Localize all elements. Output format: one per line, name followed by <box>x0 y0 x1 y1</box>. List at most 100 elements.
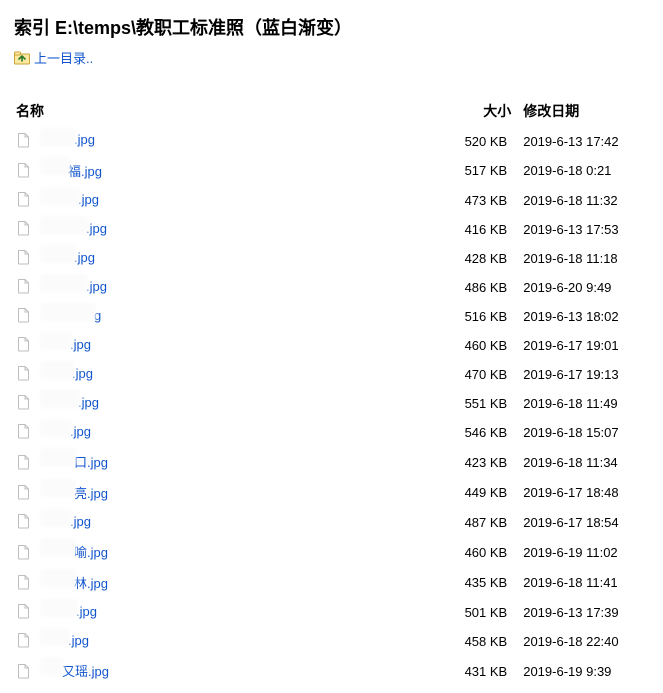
redaction-smudge <box>40 538 76 556</box>
redaction-smudge <box>40 509 72 527</box>
file-icon <box>16 632 32 648</box>
redaction-smudge <box>40 628 70 646</box>
file-date: 2019-6-18 11:49 <box>515 389 655 418</box>
table-row: .jpg470 KB2019-6-17 19:13 <box>8 360 655 389</box>
file-size: 546 KB <box>445 418 515 447</box>
file-date: 2019-6-20 9:49 <box>515 273 655 302</box>
redaction-smudge <box>40 448 76 466</box>
table-row: 又瑶.jpg431 KB2019-6-19 9:39 <box>8 656 655 687</box>
table-row: .jpg551 KB2019-6-18 11:49 <box>8 389 655 418</box>
file-size: 423 KB <box>445 447 515 478</box>
redaction-smudge <box>40 187 80 205</box>
file-size: 460 KB <box>445 537 515 568</box>
redaction-smudge <box>40 216 88 234</box>
file-date: 2019-6-18 11:41 <box>515 568 655 599</box>
file-date: 2019-6-17 19:13 <box>515 360 655 389</box>
file-date: 2019-6-18 11:18 <box>515 244 655 273</box>
title-prefix: 索引 <box>14 18 55 38</box>
redaction-smudge <box>40 128 76 146</box>
file-date: 2019-6-18 0:21 <box>515 156 655 187</box>
file-size: 520 KB <box>445 127 515 156</box>
column-header-size[interactable]: 大小 <box>445 97 515 127</box>
file-date: 2019-6-18 11:32 <box>515 186 655 215</box>
file-size: 517 KB <box>445 156 515 187</box>
table-row: 口.jpg423 KB2019-6-18 11:34 <box>8 447 655 478</box>
redaction-smudge <box>40 599 78 617</box>
file-size: 473 KB <box>445 186 515 215</box>
file-date: 2019-6-18 22:40 <box>515 627 655 656</box>
file-date: 2019-6-13 17:53 <box>515 215 655 244</box>
file-icon <box>16 249 32 265</box>
file-icon <box>16 132 32 148</box>
table-row: .jpg460 KB2019-6-17 19:01 <box>8 331 655 360</box>
redaction-smudge <box>40 479 76 497</box>
column-header-date[interactable]: 修改日期 <box>515 97 655 127</box>
table-row: .jpg501 KB2019-6-13 17:39 <box>8 598 655 627</box>
file-size: 416 KB <box>445 215 515 244</box>
redaction-smudge <box>40 657 64 675</box>
folder-up-icon <box>14 50 30 66</box>
parent-directory-link[interactable]: 上一目录.. <box>14 48 93 67</box>
file-size: 551 KB <box>445 389 515 418</box>
title-path: E:\temps\教职工标准照（蓝白渐变） <box>55 18 352 38</box>
file-icon <box>16 394 32 410</box>
redaction-smudge <box>40 157 70 175</box>
file-icon <box>16 162 32 178</box>
file-size: 435 KB <box>445 568 515 599</box>
file-size: 449 KB <box>445 478 515 509</box>
file-icon <box>16 663 32 679</box>
page-title: 索引 E:\temps\教职工标准照（蓝白渐变） <box>8 6 655 46</box>
file-size: 458 KB <box>445 627 515 656</box>
file-size: 516 KB <box>445 302 515 331</box>
parent-directory-row: 上一目录.. <box>8 46 655 77</box>
file-icon <box>16 423 32 439</box>
table-row: .jpg458 KB2019-6-18 22:40 <box>8 627 655 656</box>
table-row: .jpg473 KB2019-6-18 11:32 <box>8 186 655 215</box>
file-date: 2019-6-19 11:02 <box>515 537 655 568</box>
file-icon <box>16 484 32 500</box>
table-row: 亮.jpg449 KB2019-6-17 18:48 <box>8 478 655 509</box>
file-date: 2019-6-17 18:48 <box>515 478 655 509</box>
file-icon <box>16 574 32 590</box>
table-row: .jpg487 KB2019-6-17 18:54 <box>8 508 655 537</box>
file-size: 428 KB <box>445 244 515 273</box>
file-icon <box>16 278 32 294</box>
redaction-smudge <box>40 569 76 587</box>
file-size: 486 KB <box>445 273 515 302</box>
file-size: 431 KB <box>445 656 515 687</box>
file-icon <box>16 336 32 352</box>
file-date: 2019-6-13 18:02 <box>515 302 655 331</box>
file-icon <box>16 307 32 323</box>
table-row: 喻.jpg460 KB2019-6-19 11:02 <box>8 537 655 568</box>
file-date: 2019-6-13 17:39 <box>515 598 655 627</box>
redaction-smudge <box>40 303 96 321</box>
file-size: 501 KB <box>445 598 515 627</box>
file-date: 2019-6-13 17:42 <box>515 127 655 156</box>
file-icon <box>16 191 32 207</box>
file-date: 2019-6-18 15:07 <box>515 418 655 447</box>
table-row: g516 KB2019-6-13 18:02 <box>8 302 655 331</box>
redaction-smudge <box>40 274 88 292</box>
parent-directory-label: 上一目录.. <box>34 48 93 67</box>
file-size: 487 KB <box>445 508 515 537</box>
file-icon <box>16 513 32 529</box>
table-row: .jpg416 KB2019-6-13 17:53 <box>8 215 655 244</box>
table-row: .jpg428 KB2019-6-18 11:18 <box>8 244 655 273</box>
file-icon <box>16 544 32 560</box>
file-icon <box>16 220 32 236</box>
file-date: 2019-6-17 19:01 <box>515 331 655 360</box>
file-icon <box>16 454 32 470</box>
file-icon <box>16 365 32 381</box>
file-date: 2019-6-19 9:39 <box>515 656 655 687</box>
redaction-smudge <box>40 390 80 408</box>
redaction-smudge <box>40 419 72 437</box>
redaction-smudge <box>40 245 76 263</box>
table-row: .jpg486 KB2019-6-20 9:49 <box>8 273 655 302</box>
table-row: 福.jpg517 KB2019-6-18 0:21 <box>8 156 655 187</box>
file-date: 2019-6-17 18:54 <box>515 508 655 537</box>
column-header-name[interactable]: 名称 <box>8 97 445 127</box>
table-row: .jpg546 KB2019-6-18 15:07 <box>8 418 655 447</box>
redaction-smudge <box>40 361 74 379</box>
redaction-smudge <box>40 332 72 350</box>
file-icon <box>16 603 32 619</box>
